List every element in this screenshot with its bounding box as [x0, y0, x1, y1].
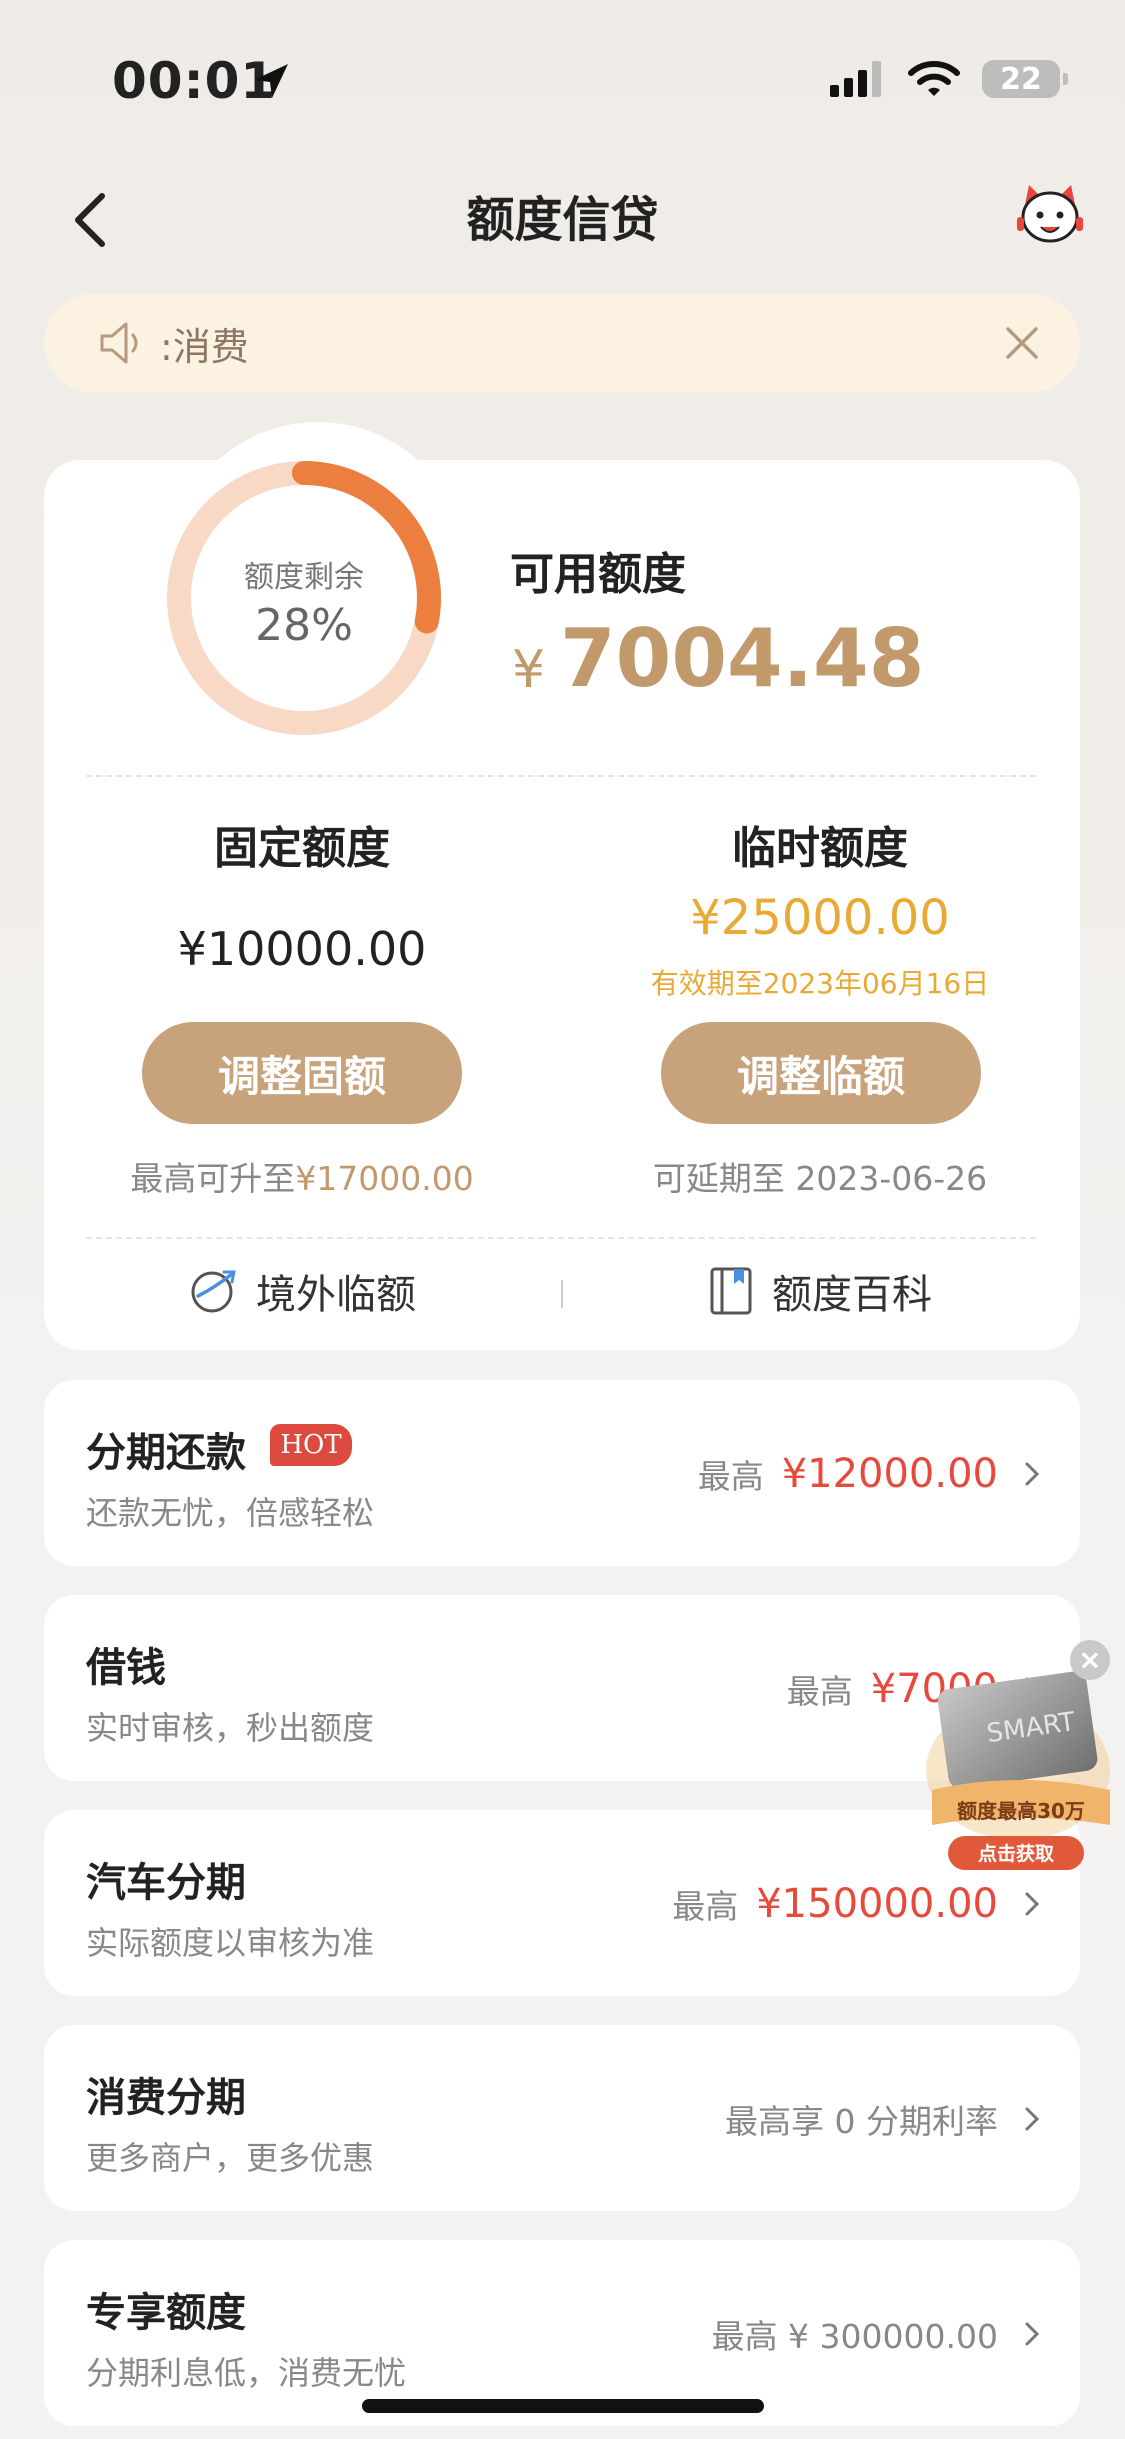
item-limit-prefix: 最高 [786, 1672, 853, 1711]
chevron-right-icon [1025, 1462, 1040, 1486]
divider [86, 775, 1036, 777]
overseas-credit-label: 境外临额 [256, 1272, 416, 1318]
notice-text: :消费 [160, 324, 249, 369]
mascot-service-icon[interactable] [1015, 183, 1085, 248]
available-currency: ¥ [512, 640, 546, 700]
battery-indicator: 22 [982, 60, 1068, 98]
temp-credit-note: 可延期至 2023-06-26 [652, 1159, 988, 1198]
remaining-label: 额度剩余 [244, 560, 364, 595]
list-item-consumer-installment[interactable]: 消费分期 更多商户，更多优惠 最高享 0 分期利率 [44, 2025, 1080, 2211]
home-indicator [362, 2399, 764, 2413]
item-limit-value: 最高享 0 分期利率 [725, 2102, 998, 2141]
item-limit-value: 最高 ¥ 300000.00 [711, 2317, 998, 2356]
speaker-icon [100, 322, 138, 364]
fixed-note-value: ¥17000.00 [295, 1159, 474, 1198]
temp-credit-expiry: 有效期至2023年06月16日 [650, 967, 990, 1000]
fixed-note-prefix: 最高可升至 [130, 1159, 296, 1198]
fixed-credit-amount: ¥10000.00 [177, 922, 427, 976]
item-limit: 最高 ¥ 300000.00 [712, 2310, 1040, 2358]
item-subtitle: 分期利息低，消费无忧 [86, 2354, 407, 2392]
item-subtitle: 更多商户，更多优惠 [86, 2139, 375, 2177]
remaining-percent: 28% [255, 600, 353, 651]
item-limit-value: ¥12000.00 [781, 1451, 998, 1497]
item-name: 分期还款 [86, 1430, 246, 1476]
item-limit: 最高 ¥12000.00 [698, 1450, 1040, 1498]
chevron-right-icon [1025, 2107, 1040, 2131]
status-icons: 22 [830, 60, 1068, 98]
chevron-right-icon [1025, 1892, 1040, 1916]
close-icon[interactable] [1002, 323, 1042, 363]
hot-badge: HOT [270, 1424, 352, 1466]
page-title: 额度信贷 [466, 192, 659, 248]
divider [86, 1237, 1036, 1239]
temp-credit-title: 临时额度 [732, 823, 908, 874]
book-icon [710, 1267, 752, 1315]
fixed-credit-title: 固定额度 [214, 823, 390, 874]
wifi-icon [908, 61, 960, 96]
item-limit-prefix: 最高 [672, 1887, 739, 1926]
ad-close-button[interactable]: × [1070, 1640, 1110, 1680]
temp-credit-amount: ¥25000.00 [690, 890, 950, 946]
list-item-installment-repay[interactable]: 分期还款 HOT 还款无忧，倍感轻松 最高 ¥12000.00 [44, 1380, 1080, 1566]
item-name: 汽车分期 [86, 1860, 246, 1906]
fixed-credit-note: 最高可升至¥17000.00 [52, 1152, 552, 1200]
item-limit-prefix: 最高 [697, 1457, 764, 1496]
item-subtitle: 实时审核，秒出额度 [86, 1709, 375, 1747]
overseas-credit-link[interactable]: 境外临额 [52, 1262, 552, 1320]
item-subtitle: 还款无忧，倍感轻松 [86, 1494, 375, 1532]
globe-plane-icon [191, 1270, 236, 1313]
notice-bar[interactable]: :消费 [44, 294, 1080, 392]
location-arrow-icon [254, 64, 288, 98]
adjust-temp-button[interactable]: 调整临额 [661, 1022, 981, 1124]
signal-icon [830, 61, 881, 97]
chevron-right-icon [1025, 2322, 1040, 2346]
credit-wiki-label: 额度百科 [772, 1272, 932, 1318]
adjust-fixed-button[interactable]: 调整固额 [142, 1022, 462, 1124]
available-amount: 7004.48 [560, 612, 925, 705]
battery-level: 22 [1000, 61, 1042, 97]
item-name: 专享额度 [86, 2290, 246, 2336]
remaining-donut-chart [167, 461, 441, 735]
available-label: 可用额度 [510, 549, 686, 600]
ad-headline: 额度最高30万 [957, 1799, 1085, 1823]
item-subtitle: 实际额度以审核为准 [86, 1924, 375, 1962]
ad-cta: 点击获取 [978, 1842, 1054, 1865]
item-name: 借钱 [86, 1645, 166, 1691]
item-limit: 最高享 0 分期利率 [725, 2095, 1040, 2143]
item-name: 消费分期 [86, 2075, 246, 2121]
link-separator [561, 1280, 563, 1308]
credit-wiki-link[interactable]: 额度百科 [570, 1262, 1070, 1320]
